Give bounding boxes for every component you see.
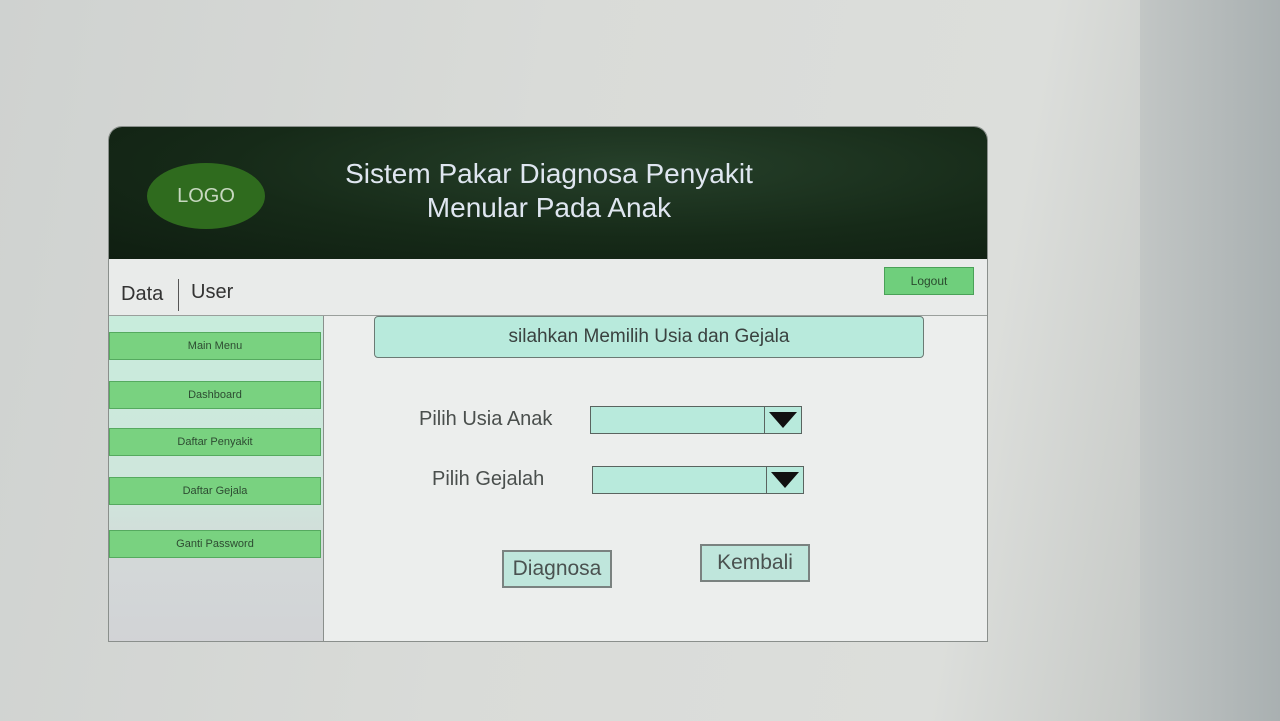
symptom-label: Pilih Gejalah xyxy=(432,468,545,490)
chevron-down-icon[interactable] xyxy=(766,467,803,493)
sidebar-item-daftar-gejala[interactable]: Daftar Gejala xyxy=(109,477,321,505)
sidebar-item-daftar-penyakit[interactable]: Daftar Penyakit xyxy=(109,428,321,456)
title-line-1: Sistem Pakar Diagnosa Penyakit xyxy=(345,158,753,189)
top-navbar: Data User Logout xyxy=(109,259,987,316)
logo-label: LOGO xyxy=(177,184,235,207)
sidebar-item-dashboard[interactable]: Dashboard xyxy=(109,381,321,409)
logout-button[interactable]: Logout xyxy=(884,267,974,295)
main-content: silahkan Memilih Usia dan Gejala Pilih U… xyxy=(324,316,987,641)
chevron-down-icon[interactable] xyxy=(764,407,801,433)
age-select[interactable] xyxy=(590,406,802,434)
monitor-bezel xyxy=(1140,0,1280,721)
sidebar-item-main-menu[interactable]: Main Menu xyxy=(109,332,321,360)
nav-user-link[interactable]: User xyxy=(191,281,233,304)
age-label: Pilih Usia Anak xyxy=(419,408,553,430)
page-title: Sistem Pakar Diagnosa Penyakit Menular P… xyxy=(299,157,799,225)
instruction-banner: silahkan Memilih Usia dan Gejala xyxy=(374,316,924,358)
symptom-select[interactable] xyxy=(592,466,804,494)
sidebar: Main Menu Dashboard Daftar Penyakit Daft… xyxy=(109,316,324,641)
header-banner: LOGO Sistem Pakar Diagnosa Penyakit Menu… xyxy=(109,127,987,259)
app-window: LOGO Sistem Pakar Diagnosa Penyakit Menu… xyxy=(108,126,988,642)
diagnose-button[interactable]: Diagnosa xyxy=(502,550,612,588)
sidebar-item-ganti-password[interactable]: Ganti Password xyxy=(109,530,321,558)
back-button[interactable]: Kembali xyxy=(700,544,810,582)
nav-separator xyxy=(178,279,179,311)
nav-data-link[interactable]: Data xyxy=(121,283,163,306)
title-line-2: Menular Pada Anak xyxy=(426,192,672,223)
logo: LOGO xyxy=(147,163,265,229)
